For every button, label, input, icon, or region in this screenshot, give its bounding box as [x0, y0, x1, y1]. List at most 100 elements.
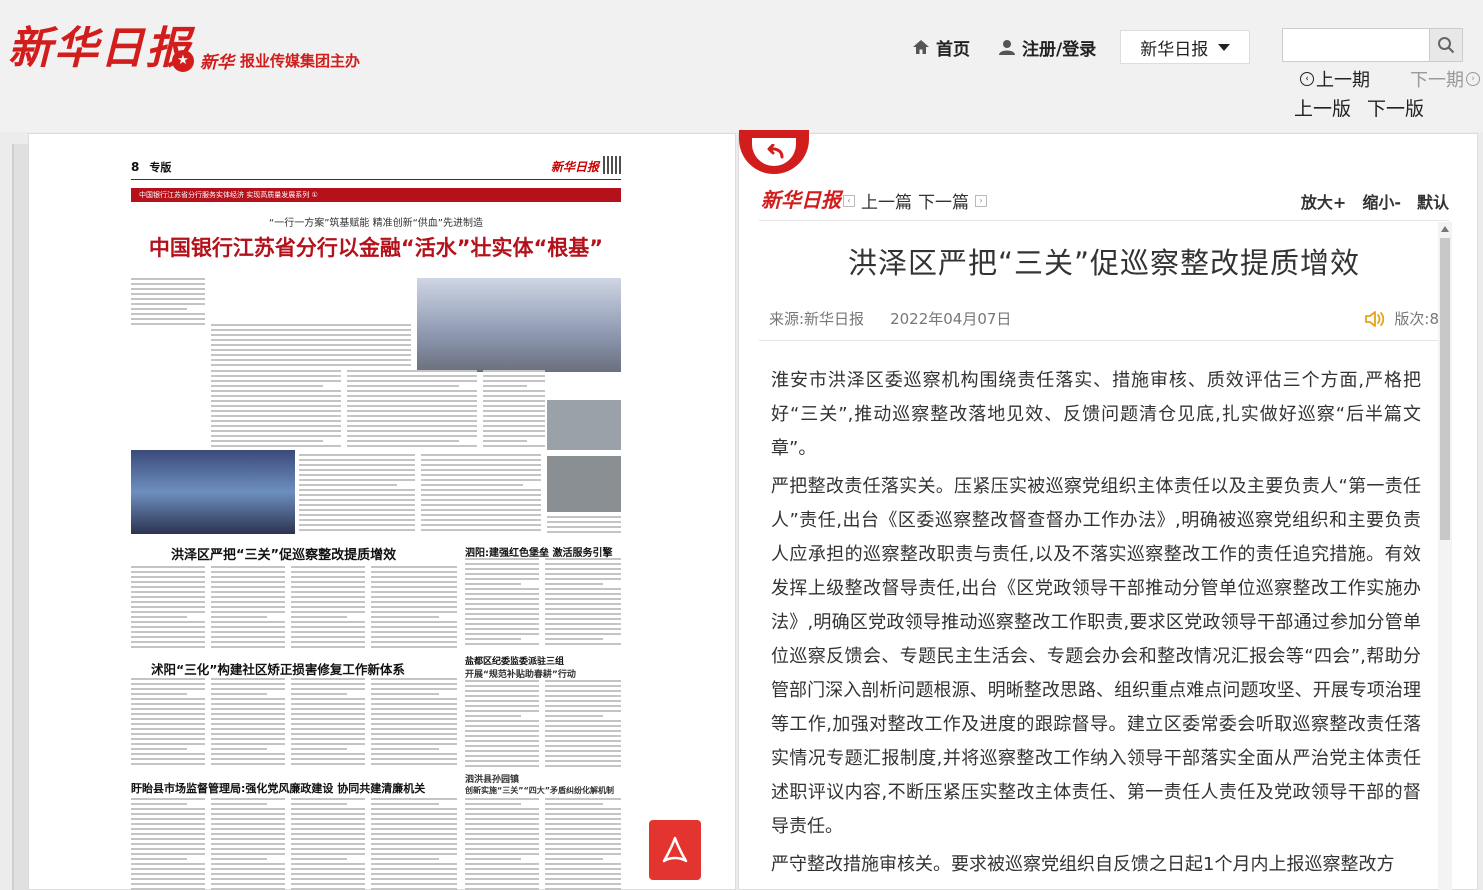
newspaper-text-line — [291, 808, 365, 810]
newspaper-text-line — [291, 576, 365, 578]
newspaper-text-line — [371, 616, 439, 618]
banner-subtitle: “一行一方案”筑基赋能 精准创新“供血”先进制造 — [269, 218, 483, 229]
newspaper-text-line — [131, 798, 205, 800]
register-login-link[interactable]: 注册/登录 — [998, 35, 1096, 60]
newspaper-text-line — [465, 568, 539, 570]
newspaper-text-line — [545, 568, 621, 570]
newspaper-text-line — [465, 690, 539, 692]
pdf-download-button[interactable] — [649, 820, 701, 880]
prev-issue-link[interactable]: ‹ 上一期 — [1300, 66, 1370, 92]
next-article-link[interactable]: 下一篇 — [918, 188, 969, 213]
newspaper-text-line — [465, 760, 539, 762]
newspaper-text-line — [371, 728, 457, 730]
newspaper-article-title[interactable]: 盐都区纪委监委派驻三组 — [465, 654, 564, 667]
newspaper-text-line — [291, 738, 365, 740]
pdf-icon — [662, 836, 688, 863]
newspaper-text-line — [545, 868, 621, 870]
newspaper-text-line — [211, 370, 341, 372]
newspaper-text-line — [211, 596, 285, 598]
chevron-left-icon: ‹ — [843, 194, 855, 207]
newspaper-text-line — [465, 623, 539, 625]
newspaper-text-line — [371, 708, 457, 710]
newspaper-banner[interactable]: 中国银行江苏省分行服务实体经济 实现高质量发展系列 ① “一行一方案”筑基赋能 … — [131, 188, 621, 272]
search-button[interactable] — [1429, 28, 1463, 62]
newspaper-page-image[interactable]: 8 专版 新华日报 中国银行江苏省分行服务实体经济 实现高质量发展系列 ① “一… — [131, 154, 621, 890]
back-button[interactable] — [739, 130, 809, 174]
chevron-right-icon: › — [975, 194, 987, 207]
newspaper-text-line — [421, 499, 541, 501]
prev-page-link[interactable]: 上一版 — [1294, 94, 1351, 121]
speaker-icon[interactable] — [1364, 309, 1386, 329]
newspaper-text-line — [371, 683, 457, 685]
newspaper-text-line — [371, 631, 457, 633]
newspaper-text-line — [211, 364, 411, 366]
newspaper-text-line — [291, 566, 365, 568]
newspaper-article-title[interactable]: 创新实施“三关”“四大”矛盾纠纷化解机制 — [465, 785, 614, 796]
newspaper-article-title[interactable]: 沭阳“三化”构建社区矫正损害修复工作新体系 — [151, 659, 405, 678]
search-input[interactable] — [1282, 28, 1430, 62]
article-scrollbar[interactable] — [1438, 222, 1452, 890]
newspaper-text-line — [483, 430, 545, 432]
newspaper-text-line — [465, 725, 539, 727]
newspaper-text-line — [465, 705, 539, 707]
prev-article-link[interactable]: 上一篇 — [861, 188, 912, 213]
newspaper-text-line — [131, 601, 205, 603]
newspaper-text-line — [299, 454, 415, 456]
newspaper-text-line — [211, 420, 341, 422]
newspaper-text-line — [421, 504, 541, 506]
newspaper-text-line — [465, 558, 539, 560]
newspaper-article-title[interactable]: 泗洪县孙园镇 — [465, 772, 519, 785]
newspaper-text-line — [291, 843, 365, 845]
newspaper-text-line — [211, 646, 285, 648]
newspaper-text-line — [131, 596, 205, 598]
scrollbar-thumb[interactable] — [1440, 238, 1450, 540]
newspaper-text-line — [131, 318, 205, 320]
newspaper-text-line — [291, 626, 365, 628]
host-logo-icon: ★ — [172, 49, 194, 72]
article-title: 洪泽区严把“三关”促巡察整改提质增效 — [847, 246, 1361, 280]
next-issue-link[interactable]: 下一期 › — [1410, 66, 1480, 92]
newspaper-text-line — [211, 349, 411, 351]
newspaper-text-line — [131, 858, 187, 860]
newspaper-masthead: 新华日报 — [550, 160, 599, 174]
newspaper-page-number: 8 — [131, 159, 140, 174]
newspaper-text-line — [291, 873, 365, 875]
newspaper-text-line — [211, 803, 267, 805]
next-page-link[interactable]: 下一版 — [1367, 94, 1424, 121]
article-meta: 来源:新华日报 2022年04月07日 版次:8 — [769, 308, 1439, 329]
newspaper-text-line — [371, 738, 457, 740]
newspaper-text-line — [211, 843, 285, 845]
newspaper-text-line — [211, 626, 285, 628]
newspaper-text-line — [465, 858, 521, 860]
newspaper-text-line — [211, 868, 285, 870]
zoom-out-button[interactable]: 缩小- — [1362, 189, 1401, 213]
newspaper-article-title[interactable]: 盱眙县市场监督管理局:强化党风廉政建设 协同共建清廉机关 — [131, 780, 425, 796]
newspaper-text-line — [371, 873, 457, 875]
newspaper-text-line — [131, 631, 205, 633]
edition-dropdown[interactable]: 新华日报 — [1120, 30, 1251, 64]
newspaper-article-title[interactable]: 开展“规范补贴助春耕”行动 — [465, 667, 576, 680]
newspaper-text-line — [421, 484, 523, 486]
newspaper-text-line — [371, 848, 457, 850]
zoom-in-button[interactable]: 放大+ — [1301, 189, 1346, 213]
newspaper-text-line — [131, 611, 205, 613]
page-nav: 上一版 下一版 — [1294, 94, 1424, 121]
newspaper-text-line — [465, 598, 539, 600]
newspaper-text-line — [371, 571, 457, 573]
newspaper-article-title[interactable]: 泗阳:建强红色堡垒 激活服务引擎 — [465, 544, 612, 559]
newspaper-text-line — [131, 803, 187, 805]
home-link[interactable]: 首页 — [912, 35, 970, 60]
article-logo: 新华日报 — [761, 188, 841, 212]
newspaper-article-title[interactable]: 洪泽区严把“三关”促巡察整改提质增效 — [171, 544, 396, 563]
newspaper-text-line — [545, 833, 621, 835]
site-logo[interactable]: 新华日报 — [8, 12, 192, 76]
newspaper-text-line — [371, 863, 457, 865]
scroll-up-arrow-icon[interactable] — [1438, 222, 1452, 236]
newspaper-text-line — [299, 499, 415, 501]
newspaper-text-line — [211, 415, 341, 417]
newspaper-text-line — [131, 873, 205, 875]
newspaper-text-line — [299, 514, 415, 516]
newspaper-text-line — [545, 765, 621, 767]
zoom-default-button[interactable]: 默认 — [1417, 189, 1449, 213]
register-login-label: 注册/登录 — [1022, 39, 1097, 60]
